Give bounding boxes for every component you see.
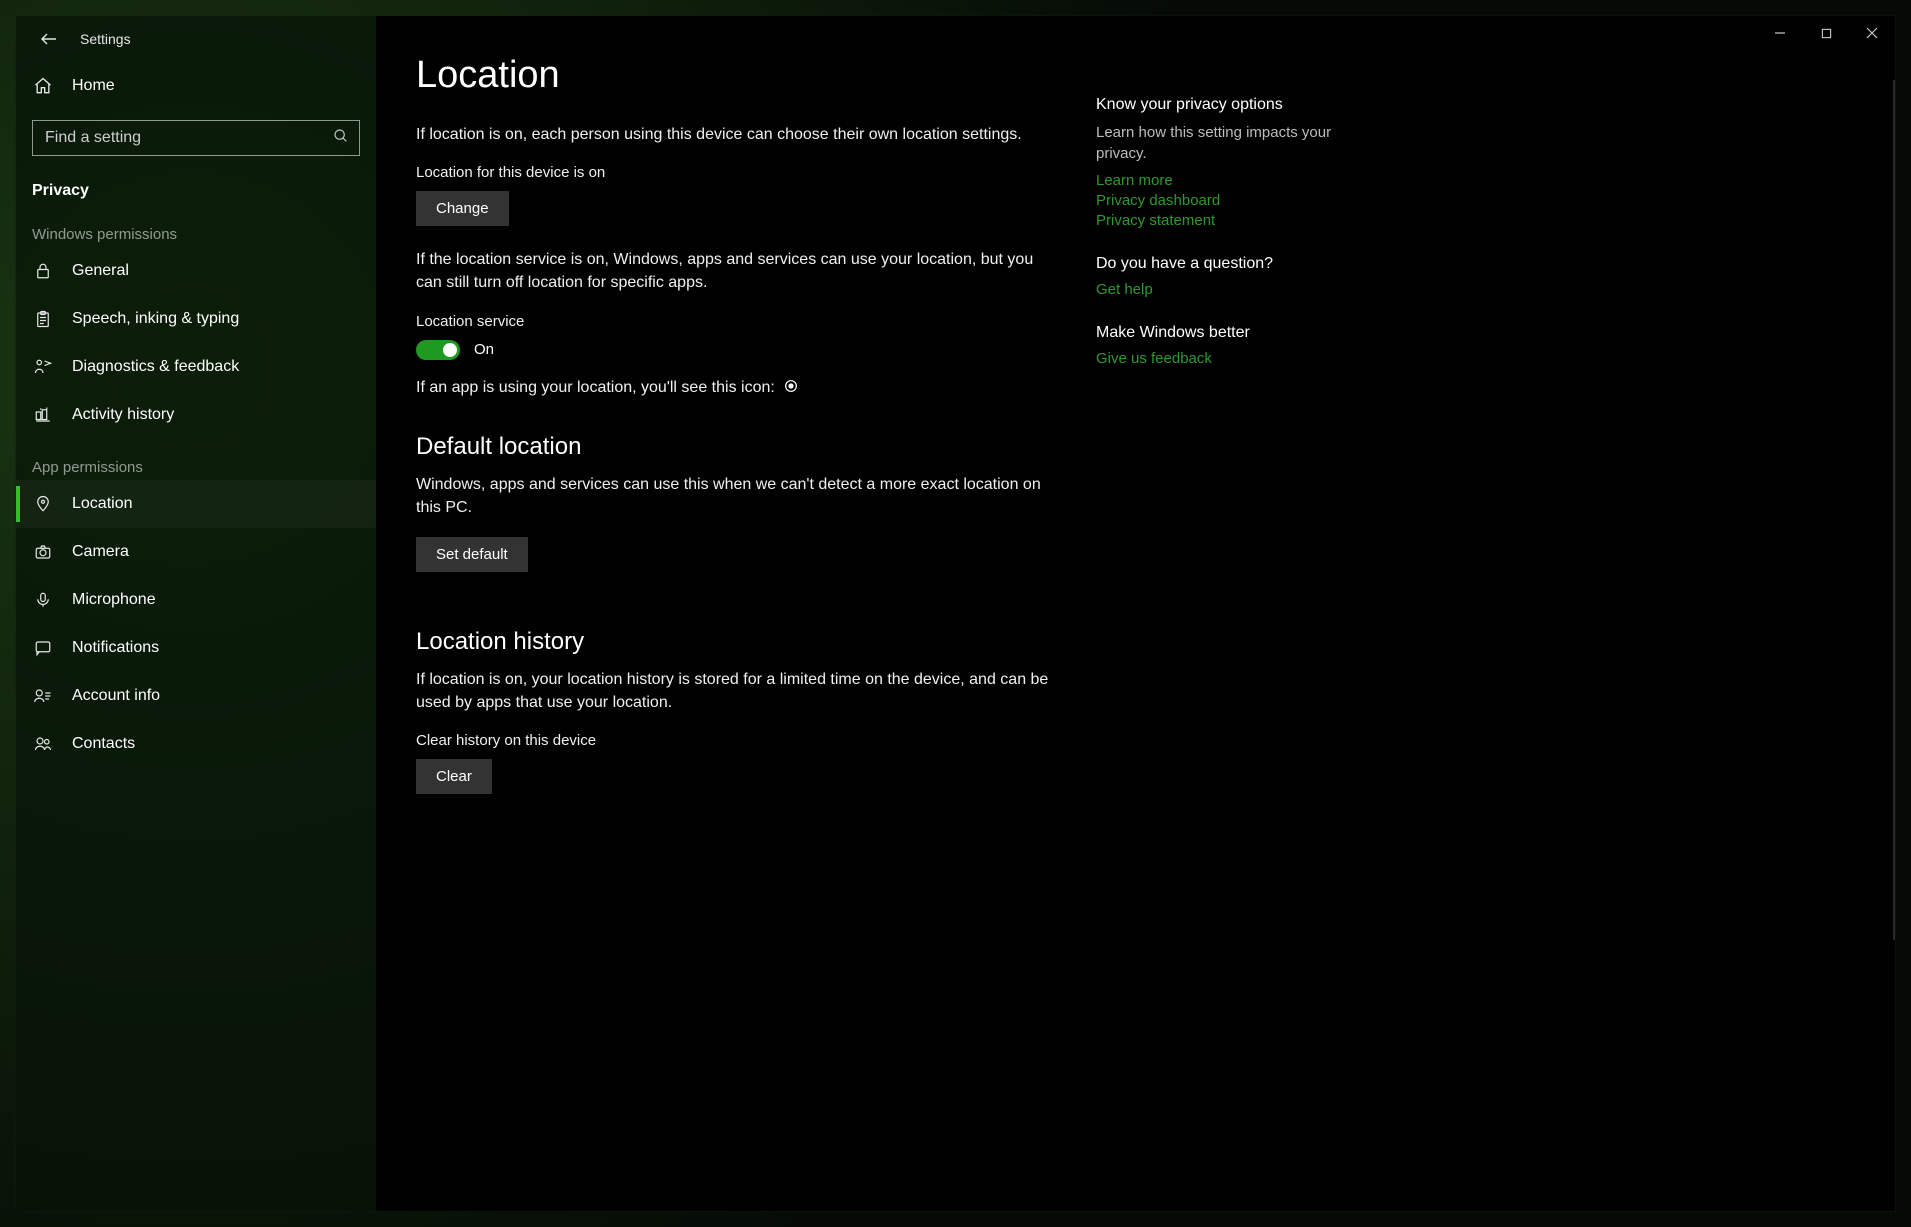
nav-item-notifications[interactable]: Notifications: [16, 624, 376, 672]
app-using-text: If an app is using your location, you'll…: [416, 379, 775, 397]
maximize-button[interactable]: [1803, 16, 1849, 50]
search-icon: [333, 128, 349, 149]
account-icon: [32, 685, 54, 707]
app-using-location-note: If an app is using your location, you'll…: [416, 378, 1056, 399]
nav-category: Privacy: [16, 164, 376, 206]
lock-icon: [32, 260, 54, 282]
privacy-options-text: Learn how this setting impacts your priv…: [1096, 122, 1376, 164]
question-heading: Do you have a question?: [1096, 255, 1376, 273]
nav-home-label: Home: [72, 77, 115, 95]
intro-text: If location is on, each person using thi…: [416, 123, 1056, 146]
back-button[interactable]: [32, 22, 66, 56]
nav-scroll: Home Privacy Windows permissions General…: [16, 62, 376, 1211]
nav-item-label: Account info: [72, 687, 160, 705]
get-help-link[interactable]: Get help: [1096, 281, 1376, 298]
nav-home[interactable]: Home: [16, 62, 376, 110]
location-icon: [32, 493, 54, 515]
nav-item-camera[interactable]: Camera: [16, 528, 376, 576]
change-button[interactable]: Change: [416, 191, 509, 226]
aside-column: Know your privacy options Learn how this…: [1096, 16, 1406, 1211]
nav-item-label: Diagnostics & feedback: [72, 358, 239, 376]
clear-history-label: Clear history on this device: [416, 732, 1056, 749]
group-app-perms: App permissions: [16, 439, 376, 480]
minimize-button[interactable]: [1757, 16, 1803, 50]
chat-icon: [32, 637, 54, 659]
location-usage-icon: [783, 378, 799, 399]
location-service-toggle[interactable]: [416, 340, 460, 360]
service-label: Location service: [416, 313, 1056, 330]
nav-item-contacts[interactable]: Contacts: [16, 720, 376, 768]
contacts-icon: [32, 733, 54, 755]
search-box[interactable]: [32, 120, 360, 156]
content-pane: Location If location is on, each person …: [376, 16, 1895, 1211]
privacy-statement-link[interactable]: Privacy statement: [1096, 212, 1376, 229]
window-controls: [1757, 16, 1895, 50]
location-history-text: If location is on, your location history…: [416, 668, 1056, 714]
search-input[interactable]: [43, 128, 327, 148]
nav-item-label: General: [72, 262, 129, 280]
nav-item-label: Location: [72, 495, 133, 513]
nav-header: Settings: [16, 16, 376, 62]
nav-item-speech[interactable]: Speech, inking & typing: [16, 295, 376, 343]
location-history-heading: Location history: [416, 628, 1056, 656]
nav-item-label: Contacts: [72, 735, 135, 753]
feedback-icon: [32, 356, 54, 378]
close-button[interactable]: [1849, 16, 1895, 50]
nav-item-label: Activity history: [72, 406, 174, 424]
make-better-heading: Make Windows better: [1096, 324, 1376, 342]
service-text: If the location service is on, Windows, …: [416, 248, 1056, 294]
nav-item-activity[interactable]: Activity history: [16, 391, 376, 439]
nav-item-diagnostics[interactable]: Diagnostics & feedback: [16, 343, 376, 391]
nav-item-label: Microphone: [72, 591, 156, 609]
page-title: Location: [416, 54, 1056, 97]
feedback-link[interactable]: Give us feedback: [1096, 350, 1376, 367]
content-scrollbar[interactable]: [1893, 80, 1895, 940]
nav-item-label: Notifications: [72, 639, 159, 657]
main-column: Location If location is on, each person …: [376, 16, 1096, 1211]
set-default-button[interactable]: Set default: [416, 537, 528, 572]
camera-icon: [32, 541, 54, 563]
learn-more-link[interactable]: Learn more: [1096, 172, 1376, 189]
clear-button[interactable]: Clear: [416, 759, 492, 794]
nav-item-location[interactable]: Location: [16, 480, 376, 528]
privacy-dashboard-link[interactable]: Privacy dashboard: [1096, 192, 1376, 209]
group-windows-perms: Windows permissions: [16, 206, 376, 247]
window-title: Settings: [80, 31, 131, 47]
nav-pane: Settings Home Privacy Windows permission…: [16, 16, 376, 1211]
device-status-label: Location for this device is on: [416, 164, 1056, 181]
nav-item-label: Camera: [72, 543, 129, 561]
nav-item-microphone[interactable]: Microphone: [16, 576, 376, 624]
settings-window: Settings Home Privacy Windows permission…: [15, 15, 1896, 1212]
home-icon: [32, 75, 54, 97]
nav-item-label: Speech, inking & typing: [72, 310, 239, 328]
toggle-state-label: On: [474, 341, 494, 358]
clipboard-icon: [32, 308, 54, 330]
nav-item-account[interactable]: Account info: [16, 672, 376, 720]
nav-item-general[interactable]: General: [16, 247, 376, 295]
default-location-text: Windows, apps and services can use this …: [416, 473, 1056, 519]
mic-icon: [32, 589, 54, 611]
location-service-toggle-row: On: [416, 340, 1056, 360]
privacy-options-heading: Know your privacy options: [1096, 96, 1376, 114]
timeline-icon: [32, 404, 54, 426]
default-location-heading: Default location: [416, 433, 1056, 461]
